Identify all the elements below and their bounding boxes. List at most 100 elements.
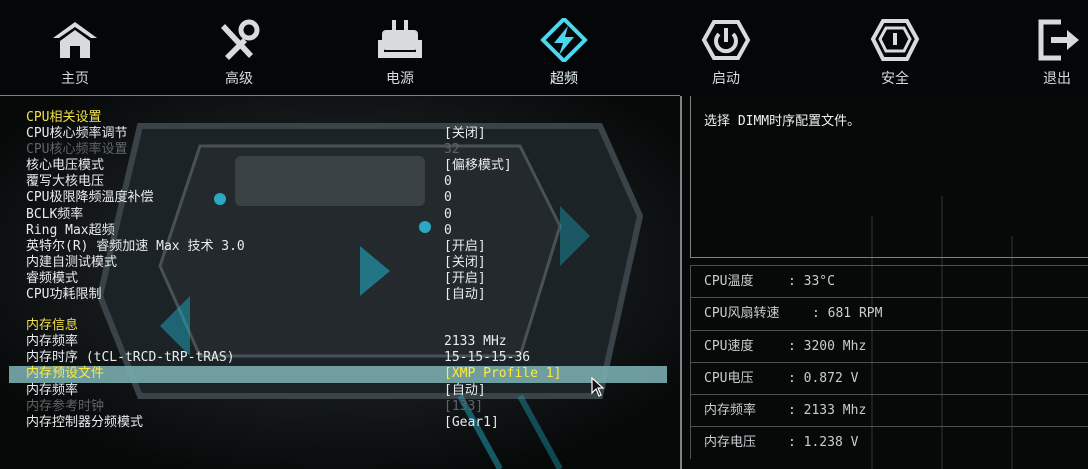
tab-security-label: 安全	[881, 71, 909, 87]
setting-value[interactable]: [关闭]	[444, 255, 486, 271]
section-title: CPU相关设置	[26, 110, 102, 125]
monitor-label: CPU电压	[704, 370, 754, 386]
monitor-value: : 0.872 V	[788, 370, 859, 386]
section-title: 内存信息	[26, 318, 79, 334]
setting-value[interactable]: [偏移模式]	[444, 158, 512, 174]
setting-turbo-mode[interactable]: 睿频模式 [开启]	[0, 271, 680, 287]
setting-cpu-core-ratio-value: CPU核心频率设置 32	[0, 142, 680, 158]
monitor-memory-voltage: 内存电压 : 1.238 V	[690, 426, 1088, 459]
setting-memory-controller-gear[interactable]: 内存控制器分频模式 [Gear1]	[0, 415, 680, 431]
setting-override-pcore-voltage[interactable]: 覆写大核电压 0	[0, 174, 680, 190]
setting-label: 内存时序 (tCL-tRCD-tRP-tRAS)	[26, 350, 235, 366]
setting-label: 内存控制器分频模式	[26, 414, 144, 430]
power-button-icon	[701, 20, 751, 60]
top-navigation: 主页 高级 电源 超频 启动 安全 退出	[0, 0, 1088, 96]
tab-exit-label: 退出	[1043, 71, 1071, 87]
help-panel: 选择 DIMM时序配置文件。	[690, 96, 1088, 259]
monitor-label: CPU速度	[704, 338, 754, 354]
tab-overclock-label: 超频	[550, 71, 578, 87]
panel-divider	[680, 96, 682, 469]
monitor-cpu-fan-speed: CPU风扇转速 : 681 RPM	[690, 297, 1088, 330]
monitor-value: : 33°C	[788, 274, 835, 289]
info-memory-timings: 内存时序 (tCL-tRCD-tRP-tRAS) 15-15-15-36	[0, 350, 680, 366]
setting-label: 核心电压模式	[26, 158, 105, 174]
tab-advanced-label: 高级	[225, 71, 253, 87]
monitor-value: : 3200 Mhz	[788, 338, 867, 354]
tab-boot-label: 启动	[712, 71, 740, 87]
tools-icon	[221, 19, 260, 60]
monitor-cpu-temperature: CPU温度 : 33°C	[690, 265, 1088, 298]
setting-ring-max-oc[interactable]: Ring Max超频 0	[0, 223, 680, 239]
setting-value[interactable]: [自动]	[444, 287, 486, 303]
tab-overclock[interactable]: 超频	[509, 18, 619, 88]
setting-label: 内存预设文件	[26, 366, 105, 382]
monitor-label: 内存频率	[704, 403, 757, 419]
setting-bclk-frequency[interactable]: BCLK频率 0	[0, 207, 680, 223]
setting-memory-profile[interactable]: 内存预设文件 [XMP Profile 1]	[9, 366, 667, 383]
setting-label: 英特尔(R) 睿频加速 Max 技术 3.0	[26, 238, 245, 254]
tab-boot[interactable]: 启动	[671, 18, 781, 88]
monitor-cpu-voltage: CPU电压 : 0.872 V	[690, 361, 1088, 395]
tab-power-label: 电源	[386, 71, 414, 87]
setting-cpu-power-limit[interactable]: CPU功耗限制 [自动]	[0, 287, 680, 303]
monitor-value: : 681 RPM	[812, 306, 883, 322]
monitor-value: : 1.238 V	[788, 435, 859, 451]
setting-label: CPU功耗限制	[26, 287, 102, 303]
monitor-cpu-speed: CPU速度 : 3200 Mhz	[690, 329, 1088, 362]
power-plug-icon	[378, 20, 422, 58]
header-divider	[0, 95, 680, 96]
setting-label: 内建自测试模式	[26, 254, 118, 270]
hardware-monitor: CPU温度 : 33°C CPU风扇转速 : 681 RPM CPU速度 : 3…	[690, 265, 1088, 459]
overclock-settings-list: CPU相关设置 CPU核心频率调节 [关闭] CPU核心频率设置 32 核心电压…	[0, 110, 680, 431]
tab-power[interactable]: 电源	[345, 18, 455, 88]
setting-value[interactable]: [开启]	[444, 239, 486, 255]
tab-security[interactable]: 安全	[840, 18, 950, 88]
setting-memory-ref-clock: 内存参考时钟 [133]	[0, 399, 680, 415]
setting-value[interactable]: [自动]	[444, 383, 486, 399]
mouse-cursor-icon	[591, 377, 605, 397]
home-icon	[53, 22, 97, 58]
setting-value[interactable]: [关闭]	[444, 126, 486, 142]
setting-value[interactable]: [开启]	[444, 271, 486, 287]
help-text: 选择 DIMM时序配置文件。	[704, 114, 861, 129]
setting-memory-frequency[interactable]: 内存频率 [自动]	[0, 383, 680, 399]
monitor-memory-frequency: 内存频率 : 2133 Mhz	[690, 394, 1088, 427]
monitor-label: 内存电压	[704, 435, 757, 451]
setting-value: [133]	[444, 398, 484, 414]
setting-label: Ring Max超频	[26, 222, 115, 238]
tab-advanced[interactable]: 高级	[184, 18, 294, 88]
exit-icon	[1038, 19, 1079, 61]
setting-label: 覆写大核电压	[26, 174, 105, 190]
setting-core-voltage-mode[interactable]: 核心电压模式 [偏移模式]	[0, 158, 680, 174]
section-header-memory: 内存信息	[0, 318, 680, 334]
setting-value[interactable]: 0	[444, 190, 452, 206]
tab-exit[interactable]: 退出	[1002, 18, 1088, 88]
setting-cpu-core-ratio[interactable]: CPU核心频率调节 [关闭]	[0, 126, 680, 142]
setting-label: CPU核心频率调节	[26, 126, 128, 142]
setting-label: 睿频模式	[26, 270, 79, 286]
setting-turbo-boost-max-3[interactable]: 英特尔(R) 睿频加速 Max 技术 3.0 [开启]	[0, 239, 680, 255]
tab-home-label: 主页	[61, 71, 89, 87]
setting-bist-mode[interactable]: 内建自测试模式 [关闭]	[0, 255, 680, 271]
section-header-cpu: CPU相关设置	[0, 110, 680, 126]
shield-icon	[870, 19, 920, 61]
setting-label: 内存参考时钟	[26, 398, 105, 414]
setting-label: CPU极限降频温度补偿	[26, 190, 154, 206]
tab-home[interactable]: 主页	[20, 18, 130, 88]
monitor-value: : 2133 Mhz	[788, 403, 867, 419]
setting-value[interactable]: 0	[444, 174, 452, 190]
setting-label: BCLK频率	[26, 206, 84, 222]
setting-cpu-throttle-offset[interactable]: CPU极限降频温度补偿 0	[0, 190, 680, 206]
setting-value: 2133 MHz	[444, 334, 507, 350]
setting-value[interactable]: 0	[444, 223, 452, 239]
monitor-label: CPU温度	[704, 274, 754, 289]
setting-value[interactable]: 0	[444, 207, 452, 223]
setting-label: 内存频率	[26, 334, 79, 350]
info-memory-frequency: 内存频率 2133 MHz	[0, 334, 680, 350]
setting-value: 32	[444, 142, 460, 158]
monitor-label: CPU风扇转速	[704, 306, 780, 322]
setting-value[interactable]: [XMP Profile 1]	[444, 366, 561, 382]
lightning-icon	[540, 18, 588, 62]
setting-value[interactable]: [Gear1]	[444, 415, 499, 431]
